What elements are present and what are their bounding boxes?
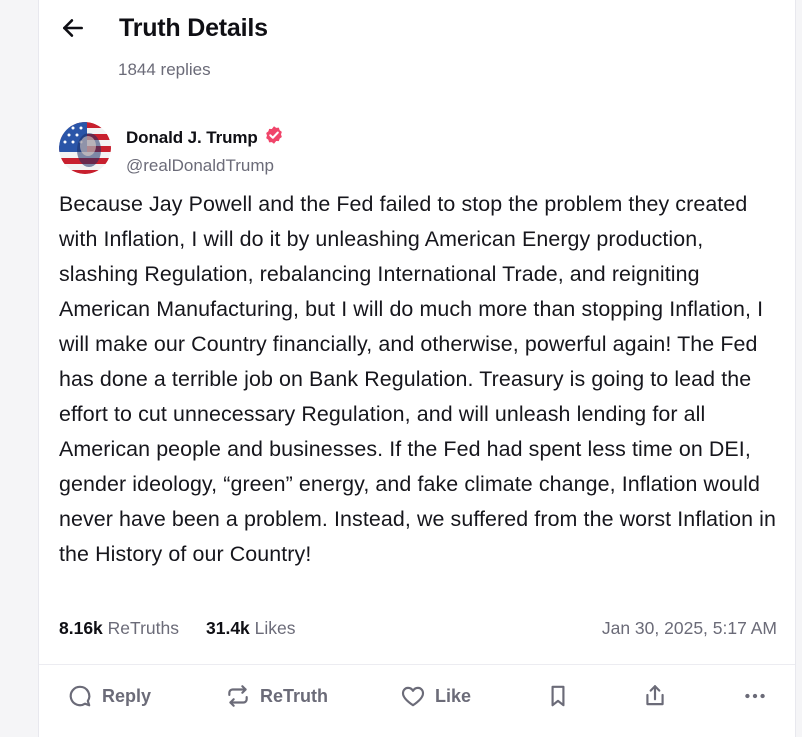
page-title: Truth Details [119,14,268,42]
truth-details-panel: Truth Details 1844 replies Donald J. Tru… [38,0,796,737]
divider [39,664,795,665]
reply-icon [67,683,93,709]
retruth-button[interactable]: ReTruth [225,676,328,716]
back-button[interactable] [59,16,87,44]
bookmark-icon [545,683,571,709]
verified-badge-icon [264,125,284,150]
like-button[interactable]: Like [400,676,471,716]
more-button[interactable] [742,676,768,716]
retruth-icon [225,683,251,709]
post-stats: 8.16k ReTruths 31.4k Likes Jan 30, 2025,… [59,618,777,642]
post-actions: Reply ReTruth Like [39,676,795,716]
more-icon [742,683,768,709]
post-text: Because Jay Powell and the Fed failed to… [59,192,776,566]
avatar[interactable] [59,122,111,174]
like-label: Like [435,685,472,706]
likes-label: Likes [254,618,296,638]
post-timestamp: Jan 30, 2025, 5:17 AM [601,618,777,638]
retruths-stat[interactable]: 8.16k ReTruths [59,618,179,639]
share-button[interactable] [642,676,668,716]
bookmark-button[interactable] [545,676,571,716]
retruth-label: ReTruth [260,685,329,706]
likes-count: 31.4k [206,618,250,638]
retruths-label: ReTruths [107,618,179,638]
post-author: Donald J. Trump @realDonaldTrump [126,125,284,176]
replies-count: 1844 replies [118,60,211,79]
arrow-left-icon [60,15,86,46]
author-name[interactable]: Donald J. Trump [126,128,258,148]
reply-button[interactable]: Reply [67,676,151,716]
share-icon [642,683,668,709]
reply-label: Reply [102,685,152,706]
retruths-count: 8.16k [59,618,103,638]
author-name-row: Donald J. Trump [126,125,284,150]
likes-stat[interactable]: 31.4k Likes [206,618,296,639]
heart-icon [400,683,426,709]
author-handle[interactable]: @realDonaldTrump [126,156,284,176]
